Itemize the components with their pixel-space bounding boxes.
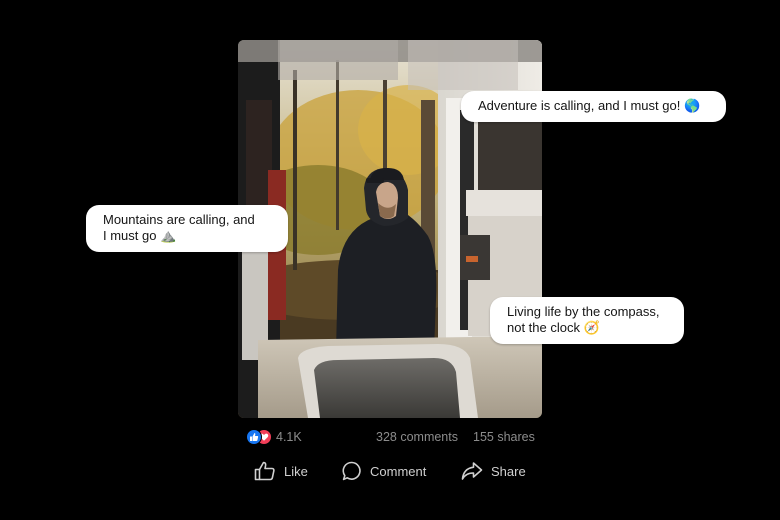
caption-bubble-mountains: Mountains are calling, and I must go ⛰️ xyxy=(86,205,288,252)
post-card: Adventure is calling, and I must go! 🌎 M… xyxy=(0,0,780,520)
share-count[interactable]: 155 shares xyxy=(473,430,535,444)
post-actions: Like Comment Share xyxy=(250,458,550,484)
caption-line: I must go ⛰️ xyxy=(103,228,177,243)
comment-bubble-icon xyxy=(342,461,361,481)
caption-line: Living life by the compass, xyxy=(507,304,660,319)
caption-line: Mountains are calling, and xyxy=(103,212,255,227)
caption-bubble-compass: Living life by the compass, not the cloc… xyxy=(490,297,684,344)
thumbs-up-icon xyxy=(254,461,275,481)
like-reaction-icon xyxy=(246,429,262,445)
caption-line: Adventure is calling, and I must go! 🌎 xyxy=(478,98,701,113)
post-stats: 4.1K 328 comments 155 shares xyxy=(244,428,539,446)
reaction-icons[interactable] xyxy=(246,429,276,445)
share-label: Share xyxy=(491,463,526,479)
caption-line: not the clock 🧭 xyxy=(507,320,600,335)
share-button[interactable]: Share xyxy=(461,458,526,484)
like-button[interactable]: Like xyxy=(254,458,308,484)
comment-count[interactable]: 328 comments xyxy=(376,430,458,444)
comment-button[interactable]: Comment xyxy=(342,458,426,484)
caption-bubble-adventure: Adventure is calling, and I must go! 🌎 xyxy=(461,91,726,122)
share-arrow-icon xyxy=(461,462,483,480)
like-label: Like xyxy=(284,463,308,479)
comment-label: Comment xyxy=(370,463,427,479)
like-count[interactable]: 4.1K xyxy=(276,430,302,444)
